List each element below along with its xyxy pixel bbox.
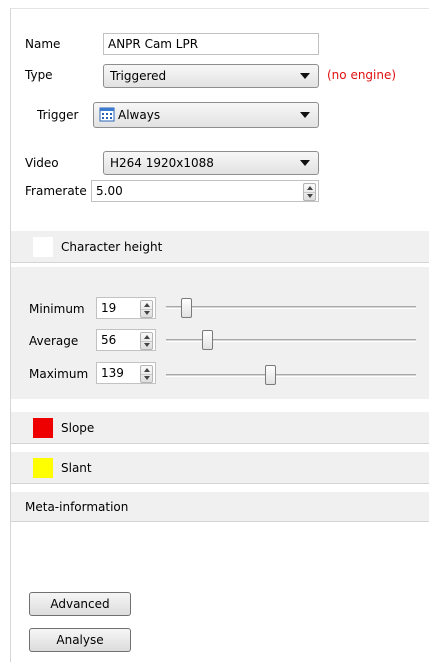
slant-title: Slant xyxy=(61,461,92,475)
maximum-slider-track[interactable] xyxy=(166,374,416,377)
maximum-spinbox[interactable]: 139 xyxy=(96,362,156,384)
spin-up-icon xyxy=(307,186,313,190)
name-field[interactable]: ANPR Cam LPR xyxy=(103,33,319,55)
minimum-slider-handle[interactable] xyxy=(181,298,192,318)
character-height-group: Minimum 19 Average 56 Maximum 139 xyxy=(11,267,429,399)
minimum-spinbox[interactable]: 19 xyxy=(96,297,156,319)
minimum-slider-track[interactable] xyxy=(166,306,416,309)
average-label: Average xyxy=(29,334,79,348)
character-height-header[interactable]: Character height xyxy=(11,231,429,263)
maximum-value: 139 xyxy=(101,366,124,380)
slope-header[interactable]: Slope xyxy=(11,412,429,444)
spin-up-icon xyxy=(144,368,150,372)
spin-down-icon xyxy=(144,376,150,380)
average-value: 56 xyxy=(101,333,117,347)
spin-down-icon xyxy=(144,311,150,315)
slope-title: Slope xyxy=(61,421,95,435)
analyse-button[interactable]: Analyse xyxy=(29,628,131,652)
calendar-icon xyxy=(99,106,115,122)
slant-header[interactable]: Slant xyxy=(11,452,429,484)
maximum-slider-handle[interactable] xyxy=(265,365,276,385)
spin-down-icon xyxy=(307,194,313,198)
settings-panel: Name ANPR Cam LPR Type Triggered (no eng… xyxy=(10,8,429,662)
spin-buttons[interactable] xyxy=(140,365,153,383)
spin-down-icon xyxy=(144,343,150,347)
video-label: Video xyxy=(25,156,59,170)
minimum-value: 19 xyxy=(101,301,117,315)
name-label: Name xyxy=(25,37,61,51)
type-dropdown[interactable]: Triggered xyxy=(103,64,319,88)
slant-color-swatch[interactable] xyxy=(33,458,53,478)
average-spinbox[interactable]: 56 xyxy=(96,329,156,351)
chevron-down-icon xyxy=(300,160,310,166)
type-value: Triggered xyxy=(110,69,167,83)
framerate-value: 5.00 xyxy=(96,184,123,198)
minimum-label: Minimum xyxy=(29,302,85,316)
meta-information-header[interactable]: Meta-information xyxy=(11,492,429,522)
meta-information-title: Meta-information xyxy=(25,500,129,514)
spin-up-icon xyxy=(144,303,150,307)
maximum-label: Maximum xyxy=(29,367,89,381)
color-swatch[interactable] xyxy=(33,237,53,257)
video-value: H264 1920x1088 xyxy=(110,156,214,170)
character-height-title: Character height xyxy=(61,240,163,254)
spin-up-icon xyxy=(144,335,150,339)
framerate-label: Framerate xyxy=(25,184,87,198)
advanced-button[interactable]: Advanced xyxy=(29,592,131,616)
chevron-down-icon xyxy=(300,73,310,79)
trigger-dropdown[interactable]: Always xyxy=(93,102,319,128)
trigger-value: Always xyxy=(118,108,161,122)
spin-buttons[interactable] xyxy=(140,300,153,318)
slope-color-swatch[interactable] xyxy=(33,418,53,438)
name-value: ANPR Cam LPR xyxy=(108,37,199,51)
no-engine-warning: (no engine) xyxy=(327,68,397,82)
spin-buttons[interactable] xyxy=(140,332,153,350)
spin-buttons[interactable] xyxy=(303,183,316,201)
video-dropdown[interactable]: H264 1920x1088 xyxy=(103,151,319,175)
trigger-label: Trigger xyxy=(37,108,79,122)
framerate-spinbox[interactable]: 5.00 xyxy=(91,180,319,202)
type-label: Type xyxy=(25,68,53,82)
average-slider-handle[interactable] xyxy=(202,330,213,350)
chevron-down-icon xyxy=(300,112,310,118)
